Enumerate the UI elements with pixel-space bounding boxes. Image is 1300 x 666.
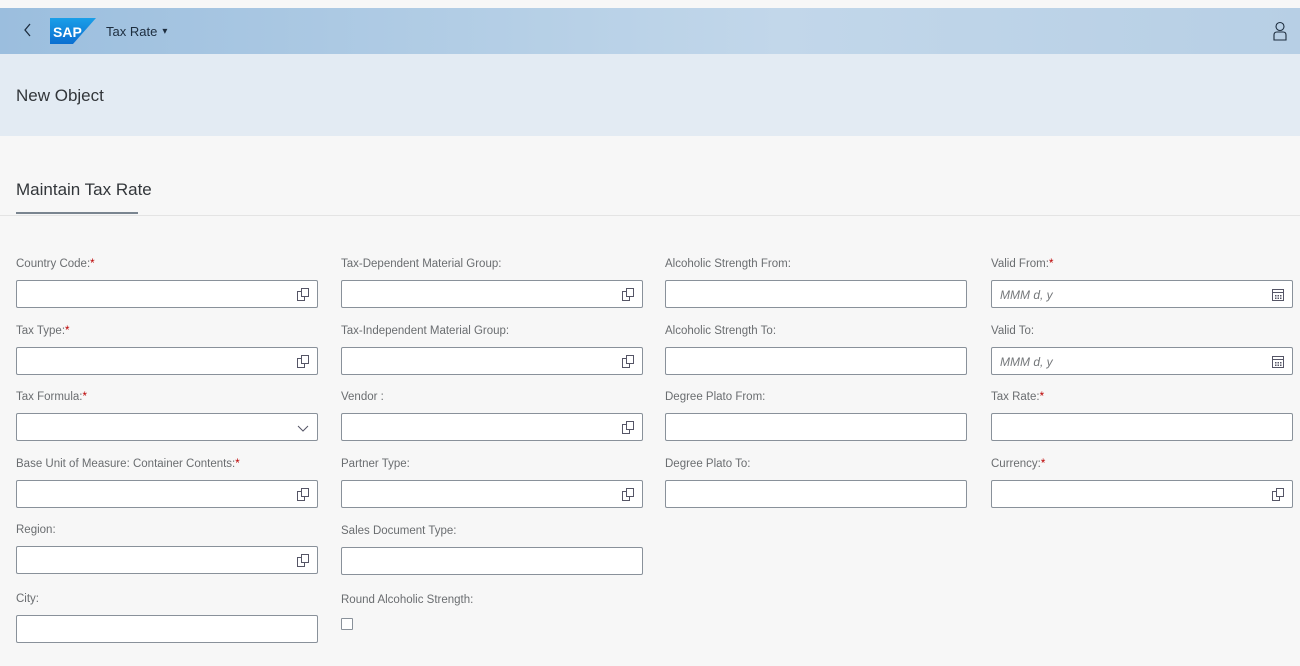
required-marker: * xyxy=(90,258,95,270)
chevron-left-icon xyxy=(23,20,33,43)
valid-from-datepicker[interactable]: MMM d, y xyxy=(991,280,1293,308)
value-help-icon[interactable] xyxy=(1272,488,1284,501)
caret-down-icon: ▾ xyxy=(162,25,168,37)
valid-from-field: Valid From:* MMM d, y xyxy=(991,256,1293,308)
sales-document-type-label: Sales Document Type: xyxy=(341,525,457,537)
degree-plato-to-field: Degree Plato To: xyxy=(665,456,967,508)
person-icon[interactable] xyxy=(1272,21,1288,41)
round-alcoholic-strength-field: Round Alcoholic Strength: xyxy=(341,592,643,630)
value-help-icon[interactable] xyxy=(297,488,309,501)
alcoholic-strength-from-input[interactable] xyxy=(665,280,967,308)
svg-text:SAP: SAP xyxy=(53,24,82,40)
country-code-label: Country Code: xyxy=(16,258,91,270)
page-title: New Object xyxy=(16,86,104,105)
tax-dependent-group-field: Tax-Dependent Material Group: xyxy=(341,256,643,308)
round-alcoholic-strength-checkbox[interactable] xyxy=(341,618,353,630)
sales-document-type-input[interactable] xyxy=(341,547,643,575)
app-title-menu[interactable]: Tax Rate ▾ xyxy=(106,8,167,54)
tax-type-field: Tax Type:* xyxy=(16,323,318,375)
tax-rate-field: Tax Rate:* xyxy=(991,389,1293,441)
required-marker: * xyxy=(1039,391,1045,403)
tax-formula-select[interactable] xyxy=(16,413,318,441)
city-field: City: xyxy=(16,591,318,643)
valid-to-placeholder: MMM d, y xyxy=(1000,355,1053,369)
degree-plato-from-input[interactable] xyxy=(665,413,967,441)
degree-plato-from-field: Degree Plato From: xyxy=(665,389,967,441)
degree-plato-to-input[interactable] xyxy=(665,480,967,508)
app-title: Tax Rate xyxy=(106,23,158,39)
valid-to-label: Valid To: xyxy=(991,325,1035,337)
country-code-input[interactable] xyxy=(16,280,318,308)
valid-from-placeholder: MMM d, y xyxy=(1000,288,1053,302)
value-help-icon[interactable] xyxy=(622,288,634,301)
tax-formula-label: Tax Formula: xyxy=(16,391,83,403)
required-marker: * xyxy=(65,325,70,337)
base-uom-field: Base Unit of Measure: Container Contents… xyxy=(16,456,318,508)
degree-plato-from-label: Degree Plato From: xyxy=(665,391,766,403)
region-input[interactable] xyxy=(16,546,318,574)
region-field: Region: xyxy=(16,522,318,574)
vendor-input[interactable] xyxy=(341,413,643,441)
alcoholic-strength-to-input[interactable] xyxy=(665,347,967,375)
tax-independent-group-input[interactable] xyxy=(341,347,643,375)
section-underline xyxy=(16,212,138,214)
sap-logo: SAP xyxy=(50,18,96,44)
chevron-down-icon[interactable] xyxy=(297,422,309,435)
tax-formula-field: Tax Formula:* xyxy=(16,389,318,441)
tax-type-input[interactable] xyxy=(16,347,318,375)
currency-field: Currency:* xyxy=(991,456,1293,508)
tax-rate-label: Tax Rate: xyxy=(991,391,1040,403)
tax-independent-group-label: Tax-Independent Material Group: xyxy=(341,325,510,337)
region-label: Region: xyxy=(16,524,56,536)
required-marker: * xyxy=(235,458,240,470)
alcoholic-strength-from-label: Alcoholic Strength From: xyxy=(665,258,791,270)
alcoholic-strength-from-field: Alcoholic Strength From: xyxy=(665,256,967,308)
partner-type-label: Partner Type: xyxy=(341,458,410,470)
city-label: City: xyxy=(16,593,39,605)
value-help-icon[interactable] xyxy=(297,355,309,368)
partner-type-input[interactable] xyxy=(341,480,643,508)
object-header: New Object xyxy=(0,54,1300,136)
value-help-icon[interactable] xyxy=(622,421,634,434)
required-marker: * xyxy=(1040,458,1046,470)
country-code-field: Country Code:* xyxy=(16,256,318,308)
alcoholic-strength-to-label: Alcoholic Strength To: xyxy=(665,325,777,337)
base-uom-input[interactable] xyxy=(16,480,318,508)
shell-bar: SAP Tax Rate ▾ xyxy=(0,8,1300,54)
tax-dependent-group-label: Tax-Dependent Material Group: xyxy=(341,258,502,270)
tax-independent-group-field: Tax-Independent Material Group: xyxy=(341,323,643,375)
vendor-label: Vendor : xyxy=(341,391,384,403)
required-marker: * xyxy=(82,391,87,403)
value-help-icon[interactable] xyxy=(297,288,309,301)
value-help-icon[interactable] xyxy=(622,488,634,501)
back-button[interactable] xyxy=(14,8,42,54)
degree-plato-to-label: Degree Plato To: xyxy=(665,458,751,470)
valid-to-field: Valid To: MMM d, y xyxy=(991,323,1293,375)
valid-to-datepicker[interactable]: MMM d, y xyxy=(991,347,1293,375)
alcoholic-strength-to-field: Alcoholic Strength To: xyxy=(665,323,967,375)
section-divider xyxy=(0,215,1300,216)
calendar-icon[interactable] xyxy=(1272,288,1284,301)
value-help-icon[interactable] xyxy=(622,355,634,368)
required-marker: * xyxy=(1048,258,1054,270)
value-help-icon[interactable] xyxy=(297,554,309,567)
sales-document-type-field: Sales Document Type: xyxy=(341,523,643,575)
currency-label: Currency: xyxy=(991,458,1041,470)
vendor-field: Vendor : xyxy=(341,389,643,441)
base-uom-label: Base Unit of Measure: Container Contents… xyxy=(16,458,236,470)
partner-type-field: Partner Type: xyxy=(341,456,643,508)
section-title: Maintain Tax Rate xyxy=(16,180,152,199)
tax-rate-input[interactable] xyxy=(991,413,1293,441)
city-input[interactable] xyxy=(16,615,318,643)
tax-type-label: Tax Type: xyxy=(16,325,66,337)
calendar-icon[interactable] xyxy=(1272,355,1284,368)
valid-from-label: Valid From: xyxy=(991,258,1049,270)
currency-input[interactable] xyxy=(991,480,1293,508)
round-alcoholic-strength-label: Round Alcoholic Strength: xyxy=(341,594,474,606)
tax-dependent-group-input[interactable] xyxy=(341,280,643,308)
